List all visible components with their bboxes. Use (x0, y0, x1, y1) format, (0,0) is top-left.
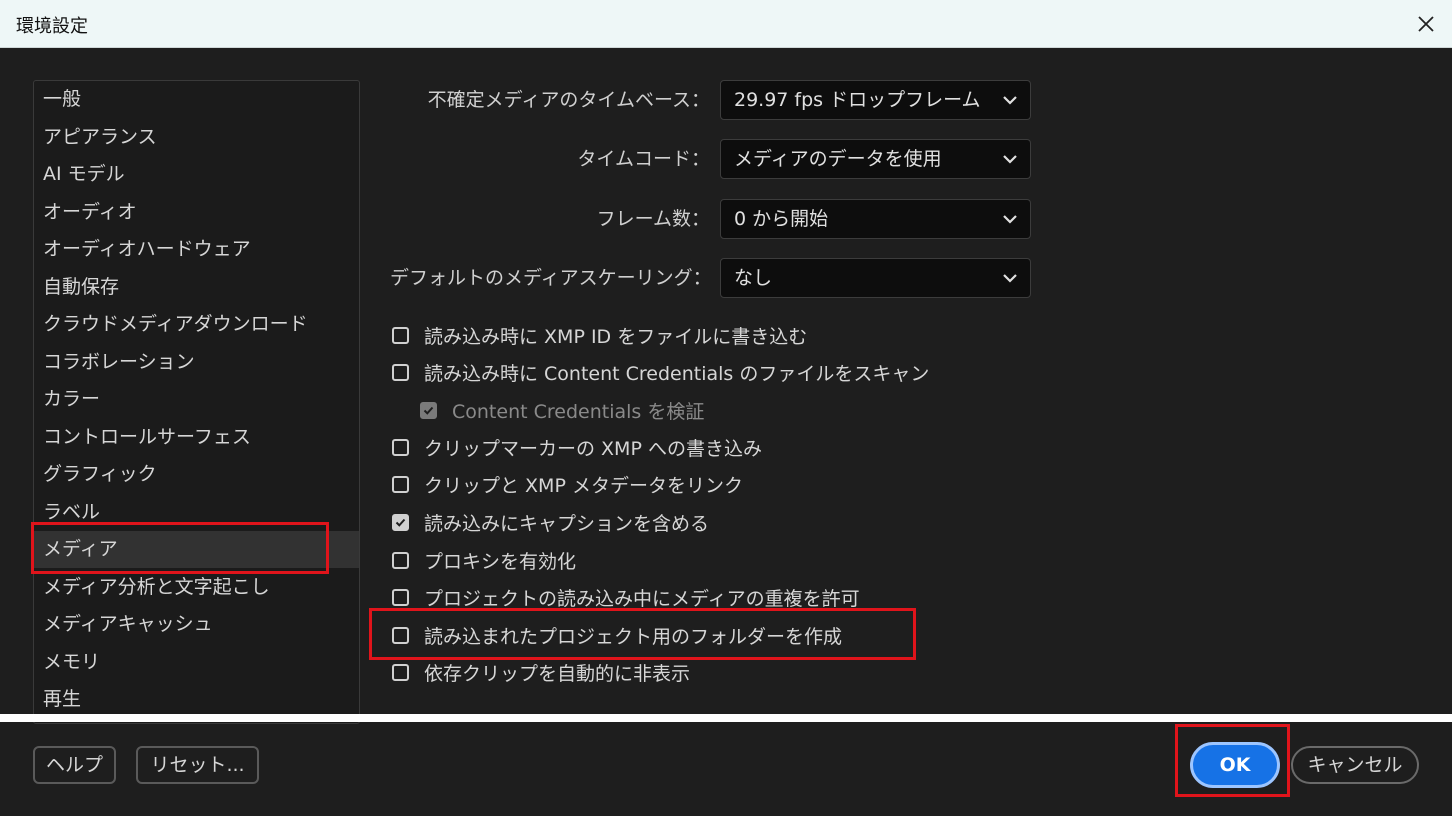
title-bar: 環境設定 (0, 0, 1452, 48)
timebase-label: 不確定メディアのタイムベース： (427, 89, 710, 111)
checkbox-allow-duplicate-media[interactable]: プロジェクトの読み込み中にメディアの重複を許可 (392, 582, 860, 612)
checkbox-box[interactable] (392, 326, 409, 344)
close-button[interactable] (1400, 0, 1452, 48)
chevron-down-icon (1003, 155, 1017, 164)
checkbox-box[interactable] (392, 475, 409, 493)
sidebar-item-media-analysis[interactable]: メディア分析と文字起こし (34, 569, 359, 606)
divider (0, 714, 1452, 722)
sidebar-item-control-surface[interactable]: コントロールサーフェス (34, 419, 359, 456)
checkbox-box[interactable] (420, 401, 437, 419)
checkbox-auto-hide-dependent-clips[interactable]: 依存クリップを自動的に非表示 (392, 657, 690, 687)
checkbox-label: 読み込み時に XMP ID をファイルに書き込む (424, 325, 808, 348)
media-scaling-select[interactable]: なし (720, 258, 1031, 298)
checkbox-label: クリップと XMP メタデータをリンク (424, 474, 743, 497)
checkbox-box[interactable] (392, 588, 409, 606)
checkbox-include-captions[interactable]: 読み込みにキャプションを含める (392, 507, 709, 537)
sidebar-item-graphics[interactable]: グラフィック (34, 456, 359, 493)
sidebar-item-auto-save[interactable]: 自動保存 (34, 269, 359, 306)
sidebar-item-cloud-media-download[interactable]: クラウドメディアダウンロード (34, 306, 359, 343)
timecode-label: タイムコード： (577, 148, 710, 170)
sidebar-item-color[interactable]: カラー (34, 381, 359, 418)
checkbox-label: プロキシを有効化 (424, 550, 577, 573)
frame-count-select[interactable]: 0 から開始 (720, 199, 1031, 239)
sidebar-item-media-cache[interactable]: メディアキャッシュ (34, 606, 359, 643)
timecode-select[interactable]: メディアのデータを使用 (720, 139, 1031, 179)
cancel-button[interactable]: キャンセル (1291, 746, 1419, 784)
timecode-value: メディアのデータを使用 (734, 148, 942, 170)
sidebar-item-general[interactable]: 一般 (34, 81, 359, 118)
sidebar-item-labels[interactable]: ラベル (34, 494, 359, 531)
checkbox-label: クリップマーカーの XMP への書き込み (424, 437, 762, 460)
sidebar-item-appearance[interactable]: アピアランス (34, 119, 359, 156)
reset-button[interactable]: リセット... (136, 746, 259, 784)
frame-count-label: フレーム数： (596, 208, 710, 230)
checkbox-box[interactable] (392, 363, 409, 381)
checkbox-box[interactable] (392, 438, 409, 456)
close-icon (1418, 16, 1434, 32)
checkbox-label: 依存クリップを自動的に非表示 (424, 662, 691, 685)
chevron-down-icon (1003, 274, 1017, 283)
checkbox-label: 読み込み時に Content Credentials のファイルをスキャン (424, 362, 930, 385)
preferences-dialog: 環境設定 一般 アピアランス AI モデル オーディオ オーディオハードウェア … (0, 0, 1452, 816)
media-scaling-label: デフォルトのメディアスケーリング： (390, 267, 712, 289)
sidebar-item-collaboration[interactable]: コラボレーション (34, 344, 359, 381)
timebase-value: 29.97 fps ドロップフレーム (734, 89, 981, 111)
checkbox-verify-content-credentials[interactable]: Content Credentials を検証 (420, 395, 704, 425)
window-title: 環境設定 (16, 16, 88, 37)
checkbox-enable-proxies[interactable]: プロキシを有効化 (392, 545, 576, 575)
checkbox-label: 読み込まれたプロジェクト用のフォルダーを作成 (424, 625, 843, 648)
frame-count-value: 0 から開始 (734, 208, 829, 230)
checkbox-label: プロジェクトの読み込み中にメディアの重複を許可 (424, 587, 860, 610)
checkbox-box[interactable] (392, 513, 409, 531)
sidebar-item-media[interactable]: メディア (34, 531, 359, 568)
sidebar-item-audio-hardware[interactable]: オーディオハードウェア (34, 231, 359, 268)
checkbox-box[interactable] (392, 663, 409, 681)
checkbox-create-project-folder[interactable]: 読み込まれたプロジェクト用のフォルダーを作成 (392, 620, 842, 650)
sidebar-item-playback[interactable]: 再生 (34, 681, 359, 718)
sidebar-item-audio[interactable]: オーディオ (34, 194, 359, 231)
media-scaling-value: なし (734, 267, 773, 289)
checkbox-write-xmp-id[interactable]: 読み込み時に XMP ID をファイルに書き込む (392, 320, 807, 350)
checkbox-box[interactable] (392, 551, 409, 569)
checkbox-box[interactable] (392, 626, 409, 644)
checkbox-link-clip-xmp[interactable]: クリップと XMP メタデータをリンク (392, 469, 743, 499)
sidebar-item-memory[interactable]: メモリ (34, 644, 359, 681)
checkbox-label: 読み込みにキャプションを含める (424, 512, 710, 535)
checkbox-scan-content-credentials[interactable]: 読み込み時に Content Credentials のファイルをスキャン (392, 357, 929, 387)
checkmark-icon (423, 406, 434, 415)
checkbox-label: Content Credentials を検証 (452, 400, 705, 423)
chevron-down-icon (1003, 215, 1017, 224)
chevron-down-icon (1003, 96, 1017, 105)
help-button[interactable]: ヘルプ (33, 746, 116, 784)
checkbox-write-clip-markers-xmp[interactable]: クリップマーカーの XMP への書き込み (392, 432, 762, 462)
sidebar-item-ai-model[interactable]: AI モデル (34, 156, 359, 193)
checkmark-icon (395, 518, 406, 527)
timebase-select[interactable]: 29.97 fps ドロップフレーム (720, 80, 1031, 120)
category-list[interactable]: 一般 アピアランス AI モデル オーディオ オーディオハードウェア 自動保存 … (33, 80, 360, 724)
ok-button[interactable]: OK (1190, 742, 1280, 788)
